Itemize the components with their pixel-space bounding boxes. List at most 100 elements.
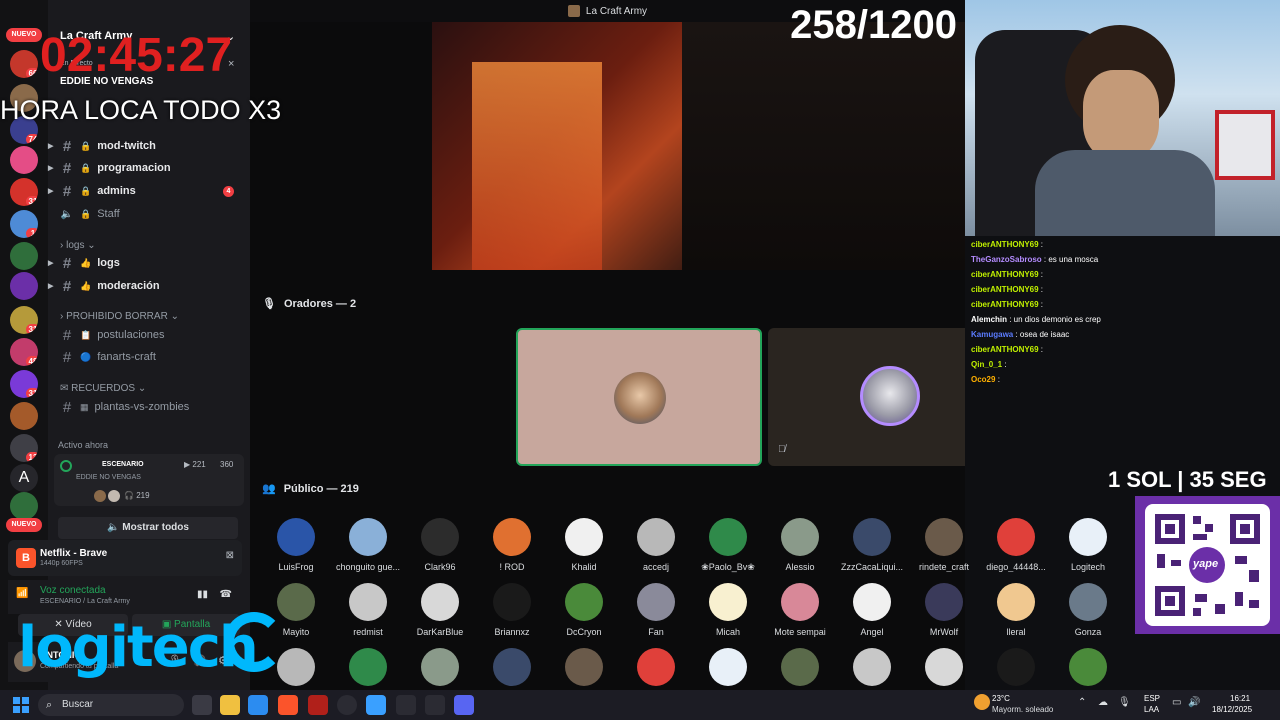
- soundboard-icon[interactable]: ▮▮: [197, 589, 208, 600]
- netflix-icon[interactable]: [308, 695, 328, 715]
- channel-staff[interactable]: 🔈 🔒 Staff: [60, 204, 246, 224]
- category-logs[interactable]: › logs ⌄: [60, 240, 96, 251]
- store-icon[interactable]: [248, 695, 268, 715]
- audience-member[interactable]: Mayito: [260, 583, 332, 637]
- language-code[interactable]: ESP: [1144, 694, 1160, 703]
- screen-share-video[interactable]: [432, 22, 965, 270]
- close-stream-icon[interactable]: ⊠: [226, 550, 234, 561]
- audience-member[interactable]: [476, 648, 548, 686]
- clock-date[interactable]: 18/12/2025: [1212, 705, 1252, 714]
- channel-admins[interactable]: ▶ # 🔒 admins 4: [48, 181, 246, 201]
- disconnect-icon[interactable]: ☎: [220, 589, 232, 600]
- brave-icon[interactable]: [278, 695, 298, 715]
- obs-icon[interactable]: [337, 695, 357, 715]
- server-icon[interactable]: 31: [10, 178, 38, 206]
- channel-mod-twitch[interactable]: ▶ # 🔒 mod-twitch: [48, 136, 246, 156]
- server-icon[interactable]: 13: [10, 434, 38, 462]
- channel-postulaciones[interactable]: # 📋 postulaciones: [60, 325, 246, 345]
- audience-member[interactable]: [548, 648, 620, 686]
- avatar: [860, 366, 920, 426]
- avatar: [781, 518, 819, 556]
- mic-tray-icon[interactable]: 🎙: [1118, 697, 1131, 708]
- audience-member[interactable]: [1052, 648, 1124, 686]
- audience-member[interactable]: DcCryon: [548, 583, 620, 637]
- windows-start-icon[interactable]: [12, 696, 30, 714]
- audience-member[interactable]: ! ROD: [476, 518, 548, 572]
- audience-member[interactable]: LuisFrog: [260, 518, 332, 572]
- weather-desc: Mayorm. soleado: [992, 705, 1054, 714]
- logitech-logo: logitech: [18, 615, 259, 680]
- channel-moderacion[interactable]: ▶ # 👍 moderación: [48, 276, 246, 296]
- audience-member[interactable]: accedj: [620, 518, 692, 572]
- chevron-up-icon[interactable]: ⌃: [1078, 697, 1086, 708]
- audience-member[interactable]: [260, 648, 332, 686]
- weather-icon[interactable]: [974, 694, 990, 710]
- discord-icon[interactable]: [454, 695, 474, 715]
- server-icon-a[interactable]: A: [10, 464, 38, 492]
- g-hub-icon[interactable]: [396, 695, 416, 715]
- channel-programacion[interactable]: ▶ # 🔒 programacion: [48, 158, 246, 178]
- clock-time[interactable]: 16:21: [1230, 694, 1250, 703]
- audience-member[interactable]: [404, 648, 476, 686]
- server-icon[interactable]: [10, 242, 38, 270]
- audience-member[interactable]: MrWolf: [908, 583, 980, 637]
- audience-member[interactable]: Micah: [692, 583, 764, 637]
- audience-member[interactable]: ❀Paolo_Bv❀: [692, 518, 764, 573]
- audience-member[interactable]: [908, 648, 980, 686]
- audience-member[interactable]: Alessio: [764, 518, 836, 572]
- show-all-button[interactable]: 🔈 Mostrar todos: [58, 517, 238, 539]
- audience-member[interactable]: Khalid: [548, 518, 620, 572]
- audience-member[interactable]: rindete_craft: [908, 518, 980, 572]
- signal-icon[interactable]: 📶: [16, 588, 28, 599]
- server-icon[interactable]: 66: [10, 50, 38, 78]
- category-prohibido-borrar[interactable]: › PROHIBIDO BORRAR ⌄: [60, 311, 179, 322]
- volume-icon[interactable]: 🔊: [1188, 697, 1200, 708]
- server-icon[interactable]: [10, 402, 38, 430]
- server-icon[interactable]: 1: [10, 210, 38, 238]
- speaker-tile[interactable]: [516, 328, 762, 466]
- notepad-icon[interactable]: [366, 695, 386, 715]
- audience-member[interactable]: redmist: [332, 583, 404, 637]
- server-icon[interactable]: [10, 146, 38, 174]
- network-icon[interactable]: ▭: [1172, 697, 1181, 708]
- audience-member[interactable]: Fan: [620, 583, 692, 637]
- audience-member[interactable]: Clark96: [404, 518, 476, 572]
- avatar: [349, 648, 387, 686]
- audience-member[interactable]: [620, 648, 692, 686]
- channel-plantas-vs-zombies[interactable]: # ▦ plantas-vs-zombies: [60, 397, 246, 417]
- capcut-icon[interactable]: [425, 695, 445, 715]
- audience-member[interactable]: [692, 648, 764, 686]
- file-explorer-icon[interactable]: [220, 695, 240, 715]
- audience-member[interactable]: Gonza: [1052, 583, 1124, 637]
- channel-fanarts-craft[interactable]: # 🔵 fanarts-craft: [60, 347, 246, 367]
- audience-member[interactable]: Angel: [836, 583, 908, 637]
- taskbar-search[interactable]: ⌕ Buscar: [38, 694, 184, 716]
- audience-member[interactable]: [980, 648, 1052, 686]
- server-icon[interactable]: 31: [10, 306, 38, 334]
- active-stage-card[interactable]: ESCENARIO EDDIE NO VENGAS ▶ 221 360 🎧 21…: [54, 454, 244, 506]
- activity-panel[interactable]: B Netflix - Brave 1440p 60FPS ⊠: [8, 540, 242, 576]
- audience-member[interactable]: ZzzCacaLiqui...: [836, 518, 908, 572]
- chat-text: :: [1038, 240, 1044, 249]
- server-icon[interactable]: [10, 272, 38, 300]
- audience-member[interactable]: Logitech: [1052, 518, 1124, 572]
- audience-member[interactable]: Mote sempai: [764, 583, 836, 637]
- audience-member[interactable]: [836, 648, 908, 686]
- webcam-overlay: [965, 0, 1280, 236]
- language-layout[interactable]: LAA: [1144, 705, 1159, 714]
- category-recuerdos[interactable]: ✉ RECUERDOS ⌄: [60, 383, 146, 394]
- audience-member[interactable]: Briannxz: [476, 583, 548, 637]
- audience-member[interactable]: lleral: [980, 583, 1052, 637]
- server-icon[interactable]: 48: [10, 338, 38, 366]
- audience-member[interactable]: [764, 648, 836, 686]
- channel-logs[interactable]: ▶ # 👍 logs: [48, 253, 246, 273]
- tray-icon[interactable]: ☁: [1098, 697, 1108, 708]
- audience-member[interactable]: chonguito gue...: [332, 518, 404, 572]
- server-icon[interactable]: [10, 492, 38, 520]
- task-view-icon[interactable]: [192, 695, 212, 715]
- voice-location[interactable]: ESCENARIO / La Craft Army: [40, 598, 130, 605]
- audience-member[interactable]: diego_44448...: [980, 518, 1052, 572]
- audience-member[interactable]: DarKarBlue: [404, 583, 476, 637]
- server-icon[interactable]: 31: [10, 370, 38, 398]
- audience-member[interactable]: [332, 648, 404, 686]
